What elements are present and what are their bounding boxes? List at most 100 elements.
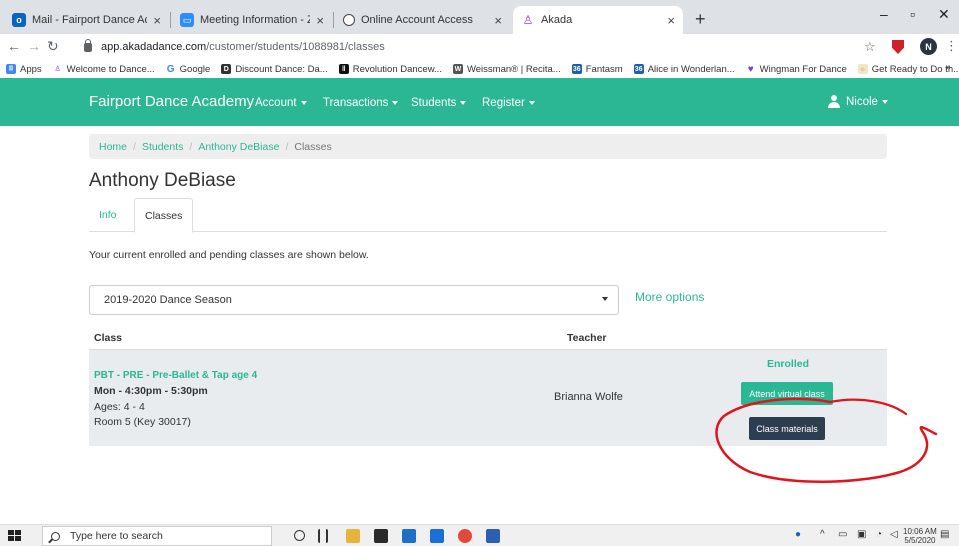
system-clock[interactable]: 10:06 AM 5/5/2020 <box>903 527 937 545</box>
window-close-icon[interactable]: ✕ <box>938 6 950 23</box>
url-host: app.akadadance.com <box>101 41 207 53</box>
word-icon[interactable] <box>486 529 500 543</box>
zoom-icon: ▭ <box>180 13 194 27</box>
class-name-link[interactable]: PBT - PRE - Pre-Ballet & Tap age 4 <box>94 370 257 381</box>
close-icon[interactable]: × <box>316 13 324 28</box>
chrome-icon[interactable] <box>458 529 472 543</box>
bookmarks-overflow-button[interactable]: » <box>945 62 951 73</box>
browser-tab-mail[interactable]: o Mail - Fairport Dance Academy - × <box>4 6 169 34</box>
bookmark-apps[interactable]: ⠿ Apps <box>6 64 42 75</box>
battery-icon[interactable]: ▭ <box>838 529 847 540</box>
help-icon[interactable]: ● <box>795 529 801 540</box>
mail-icon[interactable] <box>402 529 416 543</box>
user-name: Nicole <box>846 95 878 108</box>
profile-avatar[interactable]: N <box>920 38 937 55</box>
attend-virtual-class-button[interactable]: Attend virtual class <box>741 382 833 405</box>
amazon-icon[interactable] <box>374 529 388 543</box>
get-ready-icon: ☼ <box>857 64 868 74</box>
address-bar-row: ← → ↻ app.akadadance.com/customer/studen… <box>0 34 959 60</box>
taskbar-search-input[interactable]: Type here to search <box>42 526 272 546</box>
browser-tab-strip: o Mail - Fairport Dance Academy - × ▭ Me… <box>0 0 959 34</box>
browser-tab-account-access[interactable]: Online Account Access × <box>335 6 510 34</box>
bookmark-google[interactable]: G Google <box>166 64 211 75</box>
tab-info[interactable]: Info <box>89 198 127 232</box>
bookmark-label: Welcome to Dance... <box>66 63 155 75</box>
menu-kebab-icon[interactable]: ⋮ <box>945 38 958 54</box>
task-view-icon[interactable] <box>318 529 328 543</box>
search-placeholder: Type here to search <box>70 530 163 542</box>
breadcrumb-separator: / <box>285 140 289 153</box>
close-icon[interactable]: × <box>667 13 675 28</box>
browser-tab-title: Akada <box>541 14 573 26</box>
bookmark-label: Google <box>179 63 211 75</box>
caret-down-icon <box>392 100 399 105</box>
app-icon[interactable] <box>430 529 444 543</box>
bookmark-fantasm[interactable]: 36 Fantasm <box>571 64 623 75</box>
browser-tab-title: Online Account Access <box>361 14 473 26</box>
breadcrumb-student[interactable]: Anthony DeBiase <box>198 141 279 153</box>
bookmark-get-ready[interactable]: ☼ Get Ready to Do th... <box>857 64 959 75</box>
site-navbar: Fairport Dance Academy Account Transacti… <box>0 78 959 126</box>
status-badge: Enrolled <box>767 358 810 370</box>
akada-icon: ♙ <box>522 13 534 27</box>
reload-icon[interactable]: ↻ <box>47 38 59 55</box>
new-tab-button[interactable]: + <box>695 9 706 30</box>
back-icon[interactable]: ← <box>7 38 21 54</box>
caret-down-icon <box>881 99 888 104</box>
breadcrumb-home[interactable]: Home <box>99 141 127 153</box>
bookmark-label: Alice in Wonderlan... <box>647 63 735 75</box>
shield-extension-icon[interactable] <box>892 40 904 54</box>
bookmark-weissman[interactable]: W Weissman® | Recita... <box>452 63 561 75</box>
forward-icon[interactable]: → <box>27 38 41 54</box>
nav-label: Register <box>482 97 525 109</box>
nav-transactions[interactable]: Transactions <box>323 97 399 109</box>
nav-label: Account <box>255 97 297 109</box>
fantasm-icon: 36 <box>571 64 582 74</box>
search-icon <box>51 531 60 541</box>
chevron-down-icon <box>602 297 608 301</box>
bookmark-wingman[interactable]: ♥ Wingman For Dance <box>746 64 847 75</box>
url-path: /customer/students/1088981/classes <box>206 41 385 53</box>
site-brand[interactable]: Fairport Dance Academy <box>89 93 254 110</box>
clock-time: 10:06 AM <box>903 527 937 536</box>
display-icon[interactable]: ▣ <box>857 529 866 540</box>
bookmark-welcome[interactable]: ♙ Welcome to Dance... <box>53 64 155 75</box>
bookmark-label: Wingman For Dance <box>759 63 847 75</box>
google-icon: G <box>166 63 175 75</box>
class-materials-button[interactable]: Class materials <box>749 417 825 440</box>
season-select[interactable]: 2019-2020 Dance Season <box>89 285 619 315</box>
volume-icon[interactable]: ◁ <box>890 529 898 540</box>
browser-tab-akada[interactable]: ♙ Akada × <box>513 6 683 34</box>
windows-start-icon[interactable] <box>8 530 21 542</box>
minimize-icon[interactable]: – <box>880 6 888 22</box>
nav-students[interactable]: Students <box>411 97 467 109</box>
wifi-icon[interactable]: ◔ <box>876 529 882 540</box>
tab-classes[interactable]: Classes <box>134 198 194 233</box>
file-explorer-icon[interactable] <box>346 529 360 543</box>
bookmark-alice[interactable]: 36 Alice in Wonderlan... <box>633 63 735 75</box>
restore-icon[interactable]: ▫ <box>910 6 915 22</box>
bookmark-label: Apps <box>20 63 42 75</box>
caret-down-icon <box>460 100 467 105</box>
chevron-up-icon[interactable]: ^ <box>820 529 825 540</box>
nav-account[interactable]: Account <box>255 97 307 109</box>
intro-text: Your current enrolled and pending classe… <box>89 249 369 261</box>
breadcrumb-students[interactable]: Students <box>142 141 183 153</box>
notifications-icon[interactable]: ▤ <box>940 529 949 540</box>
bookmark-label: Weissman® | Recita... <box>466 63 561 75</box>
browser-tab-zoom[interactable]: ▭ Meeting Information - Zoom × <box>172 6 332 34</box>
cortana-icon[interactable] <box>294 530 305 541</box>
url-field[interactable]: app.akadadance.com/customer/students/108… <box>84 36 864 58</box>
bookmark-revolution[interactable]: ‖ Revolution Dancew... <box>338 64 442 75</box>
revolution-icon: ‖ <box>338 64 349 74</box>
class-room: Room 5 (Key 30017) <box>94 416 191 428</box>
bookmark-discount-dance[interactable]: D Discount Dance: Da... <box>221 64 328 75</box>
column-header-class: Class <box>94 332 123 344</box>
close-icon[interactable]: × <box>153 13 161 28</box>
more-options-link[interactable]: More options <box>635 290 704 304</box>
user-menu[interactable]: Nicole <box>828 95 888 108</box>
breadcrumb-current: Classes <box>294 140 332 153</box>
bookmark-star-icon[interactable]: ☆ <box>864 39 876 55</box>
close-icon[interactable]: × <box>494 13 502 28</box>
nav-register[interactable]: Register <box>482 97 535 109</box>
